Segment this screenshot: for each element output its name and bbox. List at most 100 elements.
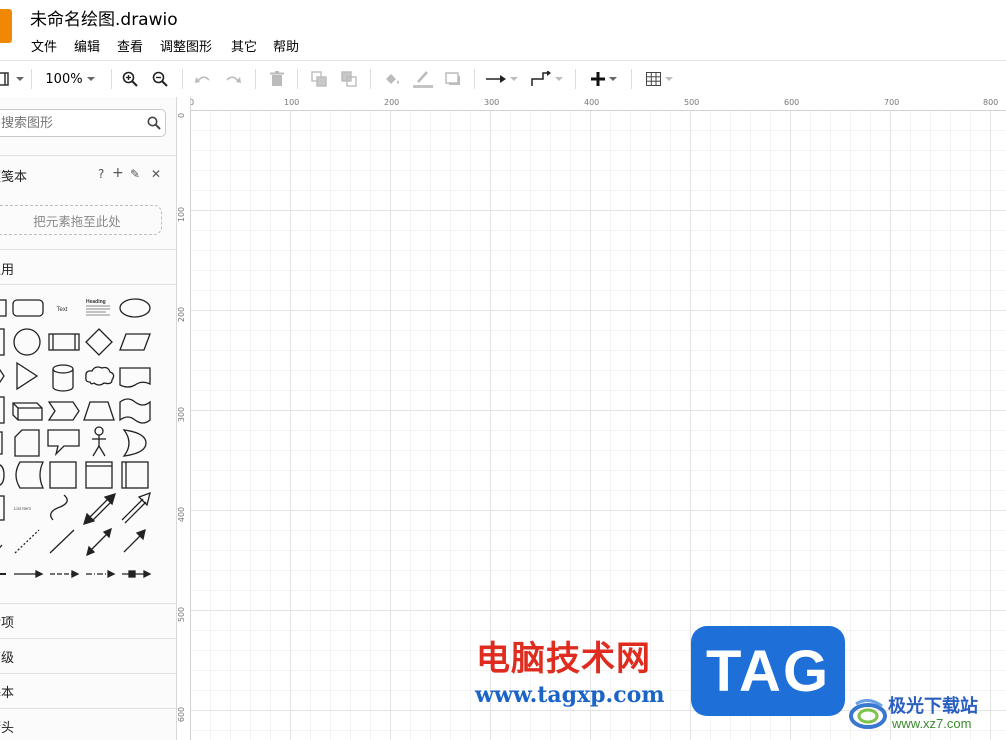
menu-file[interactable]: 文件 xyxy=(31,36,57,55)
menu-edit[interactable]: 编辑 xyxy=(74,36,100,55)
table-icon[interactable] xyxy=(642,70,676,88)
shape-process[interactable] xyxy=(48,333,80,351)
ruler-label: 100 xyxy=(284,98,300,107)
horizontal-ruler: 0 100 200 300 400 500 600 700 800 xyxy=(177,97,1006,111)
shape-line-partial[interactable] xyxy=(0,544,3,553)
shape-dashdot-link[interactable] xyxy=(86,569,116,579)
shape-list-item[interactable]: List Item xyxy=(14,506,31,511)
shape-ellipse[interactable] xyxy=(119,298,151,318)
menu-arrange[interactable]: 调整图形 xyxy=(160,36,212,55)
shape-callout[interactable] xyxy=(47,429,80,457)
shape-or[interactable] xyxy=(122,429,147,457)
shadow-icon[interactable] xyxy=(443,70,463,88)
redo-icon[interactable] xyxy=(223,70,243,88)
scratchpad-help-icon[interactable]: ? xyxy=(98,167,104,181)
shape-circle[interactable] xyxy=(13,328,41,356)
ruler-label: 700 xyxy=(884,98,900,107)
watermark-tag-logo: TAG xyxy=(691,626,845,716)
shape-cylinder[interactable] xyxy=(52,364,74,392)
scratchpad-title[interactable]: 便笺本 xyxy=(0,166,27,185)
menu-view[interactable]: 查看 xyxy=(117,36,143,55)
shape-cube[interactable] xyxy=(12,402,43,421)
menu-extras[interactable]: 其它 xyxy=(231,36,257,55)
shape-curve[interactable] xyxy=(50,494,68,521)
shape-dotted-line[interactable] xyxy=(14,529,40,554)
shape-line[interactable] xyxy=(49,529,75,554)
shape-internal-storage[interactable] xyxy=(0,396,5,424)
shape-arrow[interactable] xyxy=(121,491,151,524)
shape-container[interactable] xyxy=(85,461,113,489)
ruler-label: 500 xyxy=(177,606,187,623)
vertical-ruler: 0 100 200 300 400 500 600 xyxy=(177,97,191,740)
shapes-sidebar: 便笺本 ? + ✎ ✕ 把元素拖至此处 通用 xyxy=(0,97,177,740)
scratchpad-close-icon[interactable]: ✕ xyxy=(151,167,161,181)
shape-hexagon[interactable] xyxy=(0,364,5,388)
shape-connector-label[interactable] xyxy=(122,569,152,579)
general-section-title[interactable]: 通用 xyxy=(0,259,14,278)
ruler-label: 300 xyxy=(177,406,187,423)
shape-frame[interactable] xyxy=(49,461,77,489)
zoom-level: 100% xyxy=(45,71,83,87)
watermark-site-name: 电脑技术网 xyxy=(476,639,651,679)
shape-delay[interactable] xyxy=(0,464,5,486)
shape-directional-connector[interactable] xyxy=(123,528,146,553)
shape-data-storage[interactable] xyxy=(15,461,45,489)
shape-text[interactable]: Text xyxy=(56,307,67,313)
shape-textbox[interactable]: Heading xyxy=(86,299,110,316)
ruler-label: 100 xyxy=(177,206,187,223)
watermark-url: www.tagxp.com xyxy=(475,682,665,708)
insert-icon[interactable] xyxy=(587,70,621,88)
ruler-label: 500 xyxy=(684,98,700,107)
basic-section-title[interactable]: 基本 xyxy=(0,682,14,701)
ruler-label: 600 xyxy=(177,706,187,723)
scratchpad-add-icon[interactable]: + xyxy=(112,165,124,181)
shape-dashed-link[interactable] xyxy=(50,569,80,579)
aurora-logo-icon xyxy=(849,699,887,729)
connection-icon[interactable] xyxy=(485,70,519,88)
shape-triangle[interactable] xyxy=(16,361,39,391)
toolbar: 100% xyxy=(0,60,1006,98)
undo-icon[interactable] xyxy=(193,70,213,88)
scratchpad-edit-icon[interactable]: ✎ xyxy=(130,167,140,181)
shape-diamond[interactable] xyxy=(85,328,113,356)
search-icon[interactable] xyxy=(147,115,161,134)
misc-section-title[interactable]: 杂项 xyxy=(0,612,14,631)
search-input[interactable] xyxy=(1,114,141,132)
menu-help[interactable]: 帮助 xyxy=(273,36,299,55)
waypoints-icon[interactable] xyxy=(530,70,564,88)
to-back-icon[interactable] xyxy=(339,70,359,88)
delete-icon[interactable] xyxy=(268,70,286,88)
shape-rounded-rectangle[interactable] xyxy=(12,299,44,317)
zoom-in-icon[interactable] xyxy=(121,70,139,88)
view-panels-icon[interactable] xyxy=(0,70,24,88)
shape-square[interactable] xyxy=(0,328,5,356)
arrows-section-title[interactable]: 箭头 xyxy=(0,717,14,736)
shape-bidirectional-connector[interactable] xyxy=(86,527,112,557)
shape-parallelogram[interactable] xyxy=(119,333,151,351)
advanced-section-title[interactable]: 高级 xyxy=(0,647,14,666)
line-color-icon[interactable] xyxy=(412,70,434,88)
zoom-out-icon[interactable] xyxy=(151,70,169,88)
scratchpad-drop-zone[interactable]: 把元素拖至此处 xyxy=(0,205,162,235)
shape-link[interactable] xyxy=(14,569,44,579)
shape-bidirectional-arrow[interactable] xyxy=(83,493,116,525)
shape-tape[interactable] xyxy=(119,398,151,424)
ruler-label: 400 xyxy=(584,98,600,107)
shape-trapezoid[interactable] xyxy=(83,401,115,421)
shape-rectangle[interactable] xyxy=(0,299,7,317)
shape-swimlane[interactable] xyxy=(121,461,149,489)
drawio-logo-icon xyxy=(0,9,12,43)
to-front-icon[interactable] xyxy=(309,70,329,88)
shape-card[interactable] xyxy=(14,429,40,457)
shape-actor[interactable] xyxy=(92,426,106,457)
zoom-dropdown[interactable]: 100% xyxy=(40,70,100,88)
document-title[interactable]: 未命名绘图.drawio xyxy=(30,5,178,30)
shape-list[interactable] xyxy=(0,495,5,521)
shape-cloud[interactable] xyxy=(85,366,115,386)
ruler-label: 300 xyxy=(484,98,500,107)
shape-document[interactable] xyxy=(119,367,151,388)
shape-note[interactable] xyxy=(0,431,3,455)
shape-step[interactable] xyxy=(47,401,80,421)
ruler-label: 400 xyxy=(177,506,187,523)
fill-color-icon[interactable] xyxy=(382,70,402,88)
